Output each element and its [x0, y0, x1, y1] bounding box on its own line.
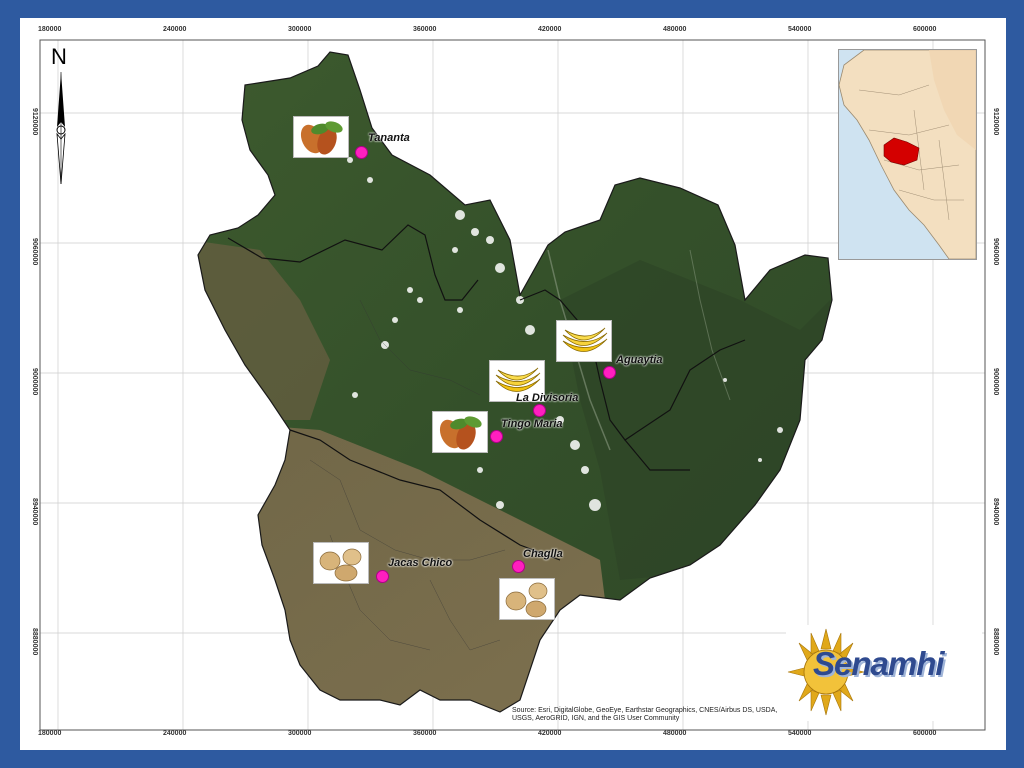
- potato-icon: [313, 542, 369, 584]
- potato-icon: [499, 578, 555, 620]
- tick-x-top: 600000: [913, 26, 937, 33]
- place-label-tananta: Tananta: [368, 132, 410, 144]
- tick-y-left: 8880000: [31, 628, 38, 656]
- tick-y-right: 9060000: [992, 238, 999, 266]
- north-letter: N: [51, 44, 67, 69]
- place-label-aguaytia: Aguaytia: [616, 354, 663, 366]
- tick-y-left: 8940000: [31, 498, 38, 526]
- tick-x-bottom: 420000: [538, 730, 562, 737]
- tick-x-top: 420000: [538, 26, 562, 33]
- tick-y-right: 8940000: [992, 498, 999, 526]
- tick-x-top: 360000: [413, 26, 437, 33]
- station-marker[interactable]: [512, 560, 525, 573]
- logo-text: Senamhi: [813, 645, 945, 682]
- tick-x-bottom: 240000: [163, 730, 187, 737]
- tick-x-top: 480000: [663, 26, 687, 33]
- tick-x-bottom: 600000: [913, 730, 937, 737]
- tick-x-top: 180000: [38, 26, 62, 33]
- tick-x-bottom: 360000: [413, 730, 437, 737]
- tick-y-left: 9120000: [31, 108, 38, 136]
- tick-x-top: 540000: [788, 26, 812, 33]
- place-label-jacas-chico: Jacas Chico: [388, 557, 453, 569]
- tick-x-bottom: 300000: [288, 730, 312, 737]
- cacao-icon: [293, 116, 349, 158]
- tick-x-top: 240000: [163, 26, 187, 33]
- tick-x-top: 300000: [288, 26, 312, 33]
- place-label-la-divisoria: La Divisoria: [516, 392, 579, 404]
- tick-y-left: 9000000: [31, 368, 38, 396]
- north-arrow-icon: [56, 72, 66, 185]
- tick-x-bottom: 480000: [663, 730, 687, 737]
- tick-y-right: 8880000: [992, 628, 999, 656]
- tick-y-right: 9120000: [992, 108, 999, 136]
- senamhi-logo: Senamhi: [786, 625, 982, 721]
- station-marker[interactable]: [490, 430, 503, 443]
- station-marker[interactable]: [533, 404, 546, 417]
- tick-y-left: 9060000: [31, 238, 38, 266]
- station-marker[interactable]: [355, 146, 368, 159]
- source-attribution: Source: Esri, DigitalGlobe, GeoEye, Eart…: [512, 707, 778, 722]
- station-marker[interactable]: [376, 570, 389, 583]
- locator-inset-map: [838, 49, 977, 260]
- tick-y-right: 9000000: [992, 368, 999, 396]
- tick-x-bottom: 540000: [788, 730, 812, 737]
- cacao-icon: [432, 411, 488, 453]
- place-label-tingo-maria: Tingo Maria: [501, 418, 563, 430]
- station-marker[interactable]: [603, 366, 616, 379]
- place-label-chaglla: Chaglla: [523, 548, 563, 560]
- tick-x-bottom: 180000: [38, 730, 62, 737]
- inset-peru-map: [838, 49, 977, 260]
- banana-icon: [556, 320, 612, 362]
